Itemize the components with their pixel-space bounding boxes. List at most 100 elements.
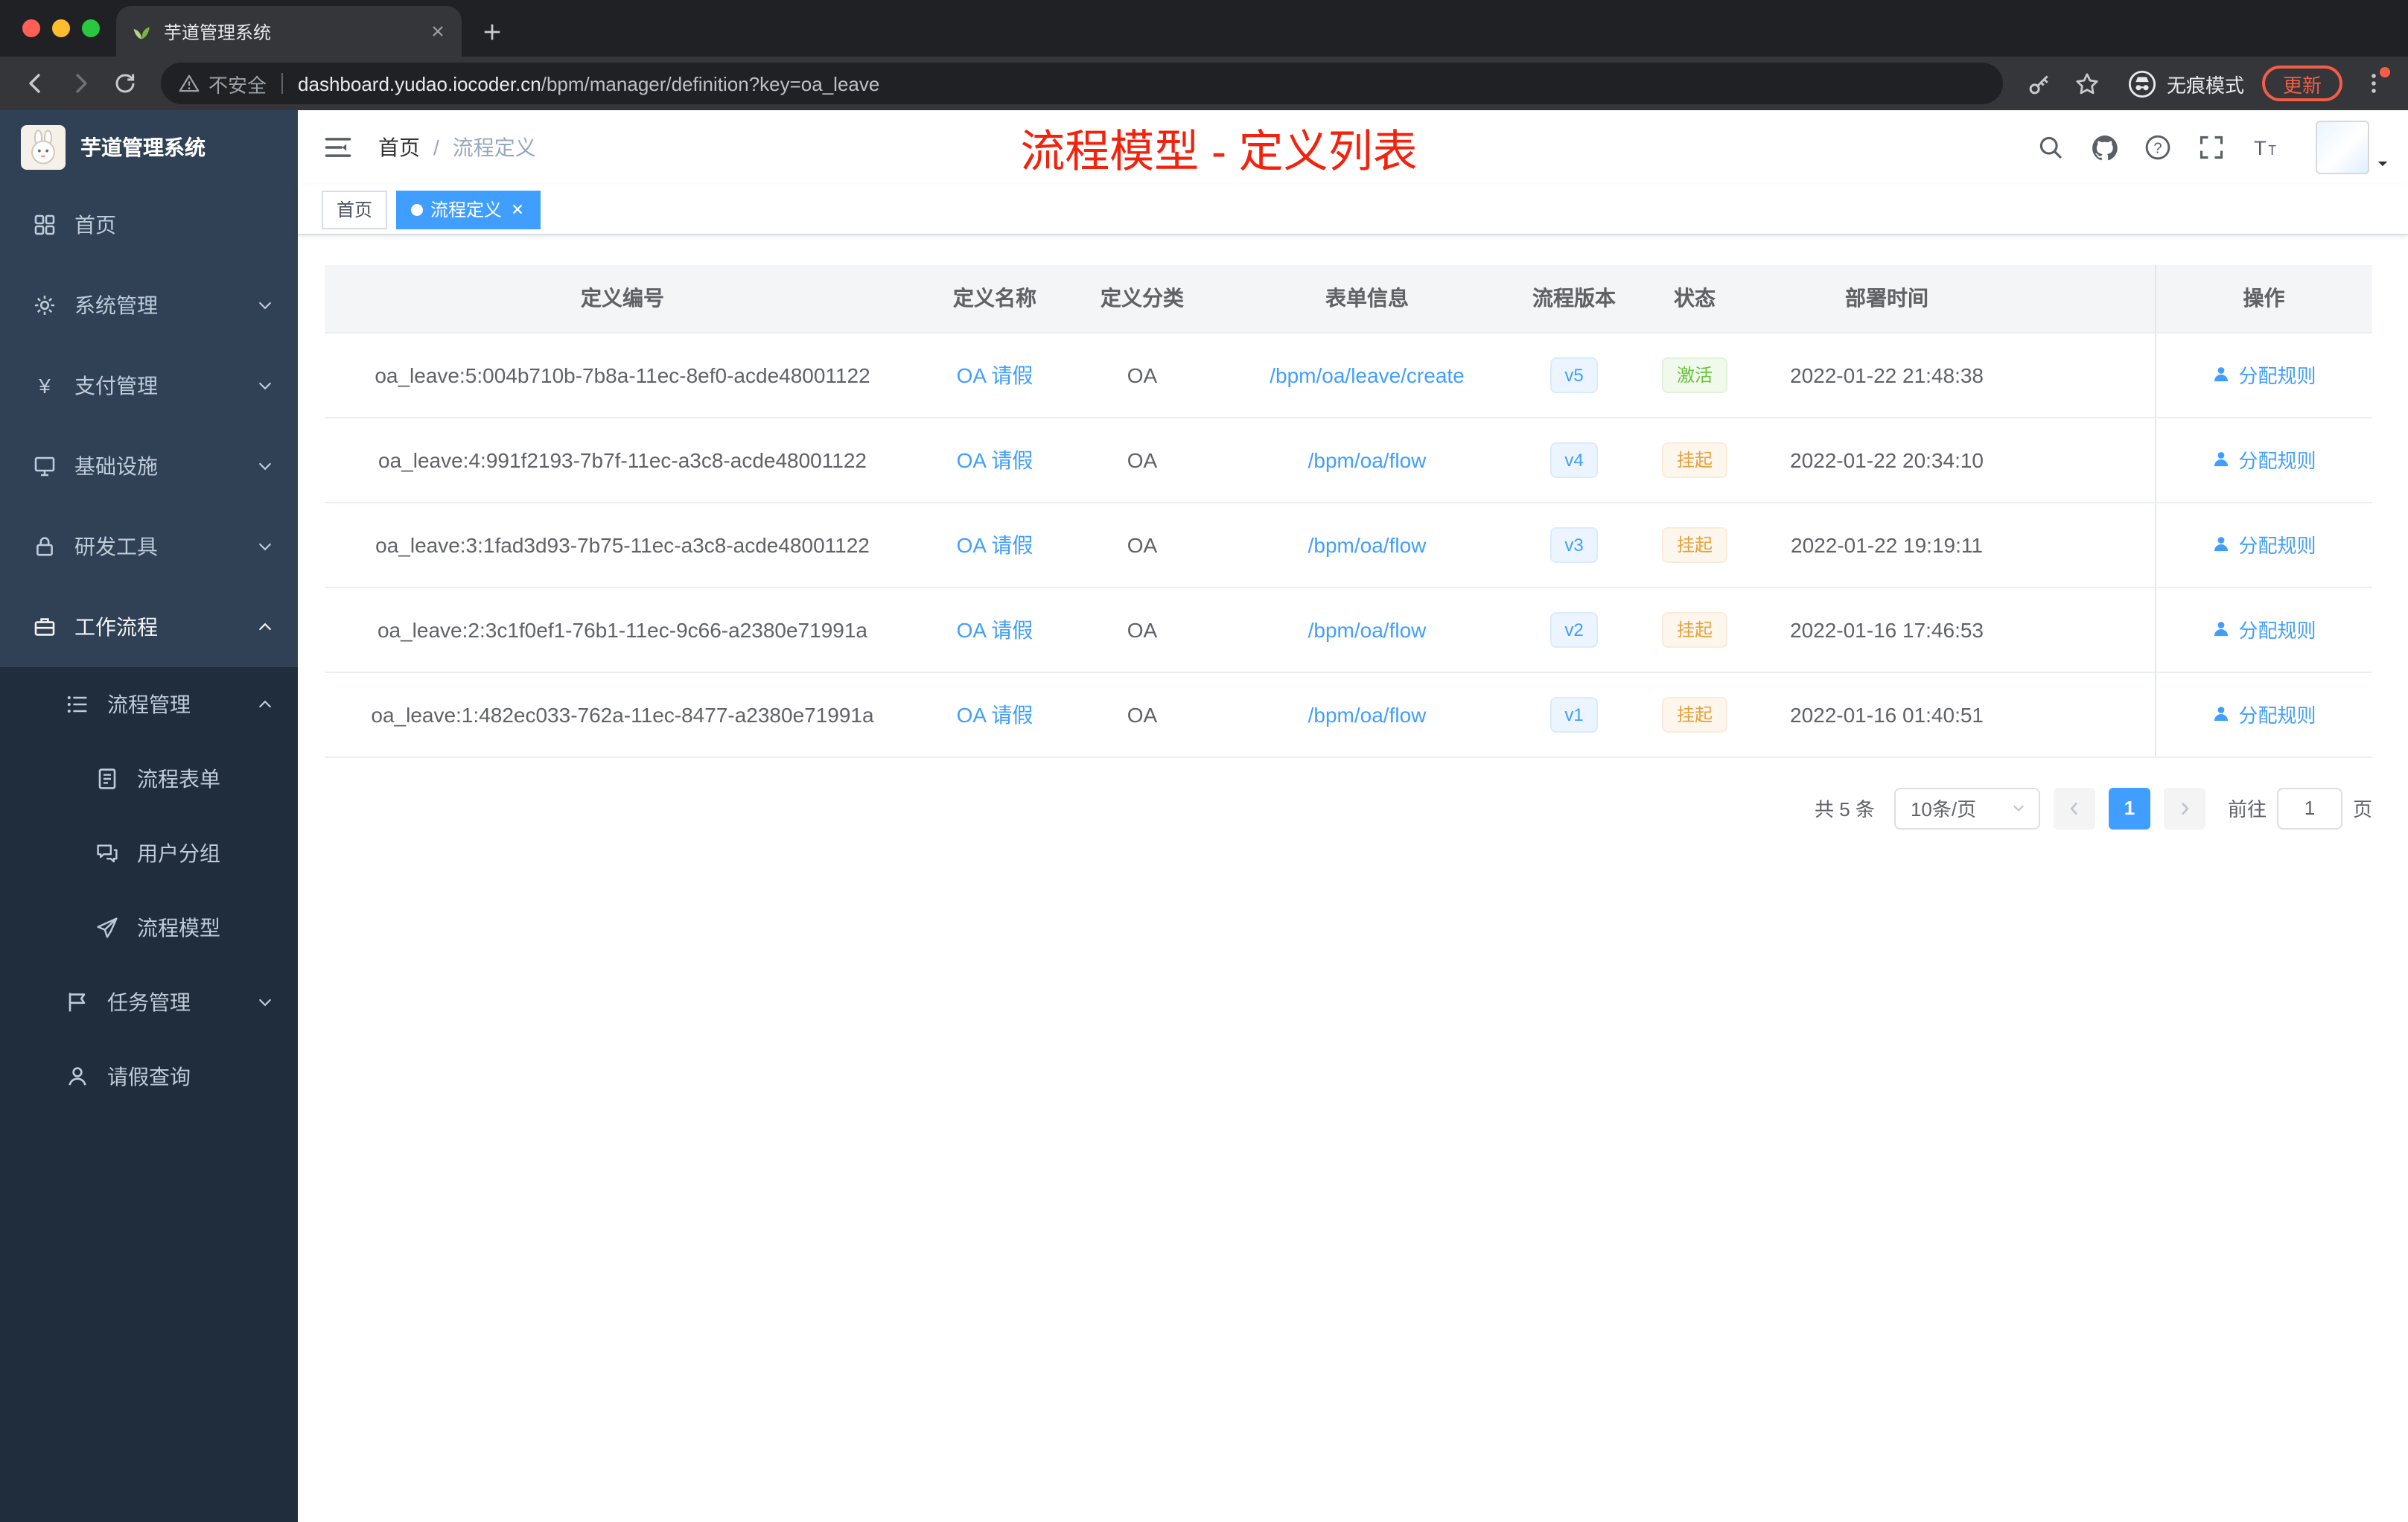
back-button[interactable] bbox=[15, 63, 57, 104]
tag-流程定义[interactable]: 流程定义 bbox=[396, 190, 541, 229]
user-avatar-dropdown[interactable] bbox=[2316, 121, 2390, 174]
table-row: oa_leave:1:482ec033-762a-11ec-8477-a2380… bbox=[325, 672, 2372, 757]
tag-active-dot bbox=[411, 203, 424, 215]
sidebar-item-研发工具[interactable]: 研发工具 bbox=[0, 506, 298, 587]
avatar[interactable] bbox=[2316, 121, 2369, 174]
version-badge: v1 bbox=[1549, 696, 1599, 732]
browser-tab[interactable]: 芋道管理系统 bbox=[116, 6, 462, 57]
filler-column bbox=[2013, 265, 2155, 333]
sidebar-item-label: 用户分组 bbox=[137, 841, 220, 865]
breadcrumb-current: 流程定义 bbox=[452, 136, 536, 159]
current-page-button[interactable]: 1 bbox=[2108, 787, 2150, 829]
assign-rule-link[interactable]: 分配规则 bbox=[2211, 360, 2316, 389]
sidebar-item-label: 支付管理 bbox=[74, 374, 158, 398]
user-icon bbox=[2211, 365, 2231, 384]
sidebar-item-流程管理[interactable]: 流程管理 bbox=[0, 667, 298, 742]
tags-view: 首页 流程定义 bbox=[298, 185, 2408, 235]
fullscreen-icon[interactable] bbox=[2197, 133, 2226, 162]
cell-status: 挂起 bbox=[1629, 417, 1760, 503]
assign-rule-link[interactable]: 分配规则 bbox=[2211, 445, 2316, 474]
form-info-link[interactable]: /bpm/oa/flow bbox=[1308, 702, 1427, 726]
sidebar-item-label: 流程表单 bbox=[137, 767, 220, 791]
github-icon[interactable] bbox=[2089, 133, 2119, 162]
next-page-button[interactable] bbox=[2163, 787, 2205, 829]
update-button[interactable]: 更新 bbox=[2261, 66, 2342, 101]
sidebar-item-支付管理[interactable]: ¥ 支付管理 bbox=[0, 346, 298, 426]
tag-label: 流程定义 bbox=[430, 200, 503, 220]
reload-button[interactable] bbox=[104, 63, 146, 104]
filler-cell bbox=[2013, 502, 2155, 588]
tag-首页[interactable]: 首页 bbox=[322, 190, 388, 229]
browser-toolbar: 不安全 dashboard.yudao.iocoder.cn/bpm/manag… bbox=[0, 57, 2408, 110]
password-key-icon[interactable] bbox=[2018, 63, 2063, 104]
pagination-total: 共 5 条 bbox=[1815, 798, 1875, 821]
maximize-window-button[interactable] bbox=[82, 19, 100, 37]
tag-close-icon[interactable] bbox=[509, 201, 526, 217]
status-badge: 挂起 bbox=[1661, 526, 1727, 562]
assign-rule-link[interactable]: 分配规则 bbox=[2211, 615, 2316, 643]
search-icon[interactable] bbox=[2036, 133, 2065, 162]
cell-definition-id: oa_leave:2:3c1f0ef1-76b1-11ec-9c66-a2380… bbox=[325, 587, 920, 672]
sidebar-item-用户分组[interactable]: 用户分组 bbox=[0, 816, 298, 891]
url-text: dashboard.yudao.iocoder.cn/bpm/manager/d… bbox=[298, 72, 879, 95]
filler-cell bbox=[2013, 332, 2155, 418]
prev-page-button[interactable] bbox=[2053, 787, 2095, 829]
sidebar-item-请假查询[interactable]: 请假查询 bbox=[0, 1039, 298, 1114]
sidebar-item-任务管理[interactable]: 任务管理 bbox=[0, 965, 298, 1039]
bookmark-star-icon[interactable] bbox=[2065, 63, 2110, 104]
new-tab-button[interactable] bbox=[471, 10, 512, 52]
table-row: oa_leave:5:004b710b-7b8a-11ec-8ef0-acde4… bbox=[325, 332, 2372, 418]
definition-table-head-row: 定义编号 定义名称 定义分类 表单信息 流程版本 状态 部署时间 操作 bbox=[325, 265, 2372, 333]
form-info-link[interactable]: /bpm/oa/flow bbox=[1308, 617, 1427, 641]
sidebar-item-首页[interactable]: 首页 bbox=[0, 185, 298, 265]
cell-definition-name: OA 请假 bbox=[920, 332, 1069, 418]
sidebar-item-基础设施[interactable]: 基础设施 bbox=[0, 426, 298, 506]
tab-title: 芋道管理系统 bbox=[164, 22, 272, 42]
close-window-button[interactable] bbox=[22, 19, 40, 37]
cell-definition-id: oa_leave:3:1fad3d93-7b75-11ec-a3c8-acde4… bbox=[325, 502, 920, 588]
definition-name-link[interactable]: OA 请假 bbox=[957, 617, 1033, 641]
status-badge: 挂起 bbox=[1661, 442, 1727, 477]
assign-rule-link[interactable]: 分配规则 bbox=[2211, 700, 2316, 728]
form-info-link[interactable]: /bpm/oa/flow bbox=[1308, 532, 1427, 556]
collapse-sidebar-icon[interactable] bbox=[322, 131, 354, 164]
minimize-window-button[interactable] bbox=[52, 19, 70, 37]
user-icon bbox=[2211, 704, 2231, 724]
assign-rule-link[interactable]: 分配规则 bbox=[2211, 530, 2316, 558]
sidebar-item-流程表单[interactable]: 流程表单 bbox=[0, 742, 298, 816]
definition-name-link[interactable]: OA 请假 bbox=[957, 702, 1033, 726]
definition-name-link[interactable]: OA 请假 bbox=[957, 448, 1033, 471]
url-path: /bpm/manager/definition?key=oa_leave bbox=[541, 72, 880, 95]
infrastructure-icon bbox=[33, 454, 57, 478]
definition-name-link[interactable]: OA 请假 bbox=[957, 363, 1033, 386]
not-secure-warning-icon[interactable] bbox=[179, 73, 200, 94]
sidebar-item-label: 请假查询 bbox=[107, 1065, 191, 1089]
filler-cell bbox=[2013, 417, 2155, 503]
page-size-select[interactable]: 10条/页 bbox=[1893, 787, 2040, 829]
sidebar-item-流程模型[interactable]: 流程模型 bbox=[0, 891, 298, 965]
cell-definition-name: OA 请假 bbox=[920, 417, 1069, 503]
forward-button[interactable] bbox=[60, 63, 101, 104]
sidebar-item-label: 基础设施 bbox=[74, 454, 158, 478]
cell-status: 挂起 bbox=[1629, 587, 1760, 672]
definition-name-link[interactable]: OA 请假 bbox=[957, 532, 1033, 556]
help-icon[interactable]: ? bbox=[2143, 133, 2173, 162]
form-info-link[interactable]: /bpm/oa/flow bbox=[1308, 448, 1427, 471]
sidebar-item-系统管理[interactable]: 系统管理 bbox=[0, 265, 298, 346]
font-size-icon[interactable]: TT bbox=[2250, 133, 2280, 162]
breadcrumb-home-link[interactable]: 首页 bbox=[378, 133, 420, 162]
sidebar-item-label: 系统管理 bbox=[74, 293, 158, 317]
cell-category: OA bbox=[1069, 332, 1215, 418]
cell-actions: 分配规则 bbox=[2154, 672, 2372, 757]
tab-close-icon[interactable] bbox=[429, 22, 447, 40]
sidebar-item-工作流程[interactable]: 工作流程 bbox=[0, 587, 298, 667]
cell-definition-id: oa_leave:5:004b710b-7b8a-11ec-8ef0-acde4… bbox=[325, 332, 920, 418]
incognito-icon bbox=[2128, 69, 2156, 98]
table-row: oa_leave:2:3c1f0ef1-76b1-11ec-9c66-a2380… bbox=[325, 587, 2372, 672]
browser-menu-icon[interactable] bbox=[2354, 63, 2393, 104]
form-info-link[interactable]: /bpm/oa/leave/create bbox=[1270, 363, 1465, 386]
address-bar[interactable]: 不安全 dashboard.yudao.iocoder.cn/bpm/manag… bbox=[161, 63, 2003, 104]
pagination: 共 5 条 10条/页 1 前往 1 页 bbox=[325, 787, 2372, 829]
goto-page-input[interactable] bbox=[2276, 787, 2342, 829]
filler-cell bbox=[2013, 672, 2155, 757]
